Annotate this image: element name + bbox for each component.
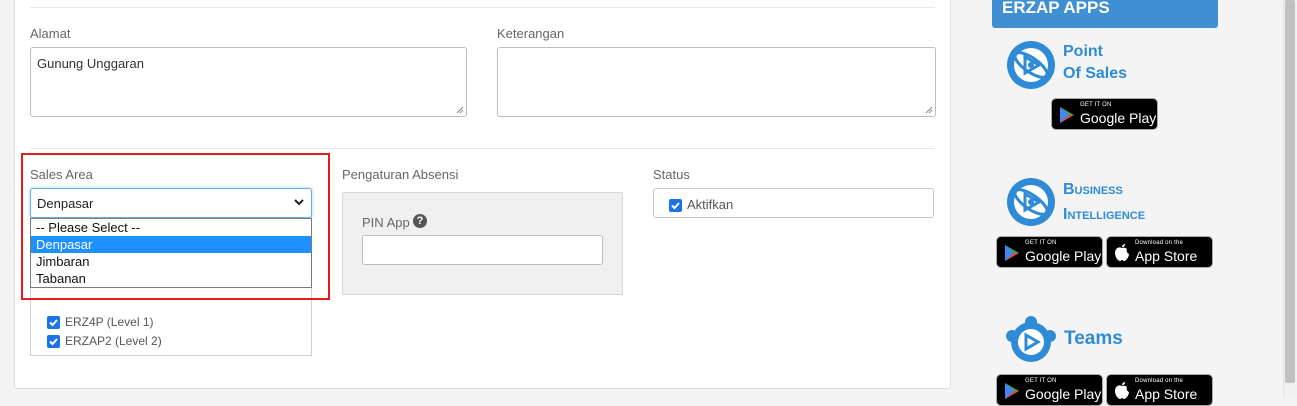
scrollbar-thumb[interactable] [1285, 0, 1295, 383]
check-icon [671, 202, 680, 210]
google-play-icon [1060, 107, 1074, 123]
bi-title-line1: Business [1063, 181, 1123, 198]
pos-logo-icon [1007, 41, 1055, 89]
google-play-small-text: GET IT ON [1025, 378, 1057, 384]
teams-title: Teams [1064, 328, 1123, 349]
app-store-small-text: Download on the [1135, 378, 1184, 384]
aktifkan-checkbox[interactable] [669, 199, 682, 212]
bi-app-store-button[interactable]: Download on the App Store [1106, 236, 1213, 268]
check-icon [49, 319, 58, 327]
top-divider [30, 7, 935, 8]
pengaturan-absensi-label: Pengaturan Absensi [342, 167, 459, 182]
pos-title-line2: Of Sales [1063, 65, 1128, 82]
google-play-big-text: Google Play [1025, 386, 1102, 402]
alamat-label: Alamat [30, 26, 71, 41]
apple-icon [1115, 244, 1129, 261]
bi-logo-icon [1007, 178, 1055, 226]
level2-label: ERZAP2 (Level 2) [65, 334, 162, 348]
level2-checkbox[interactable] [47, 335, 60, 348]
bi-title-line2: Intelligence [1063, 206, 1146, 223]
help-question-icon[interactable]: ? [413, 214, 427, 228]
google-play-small-text: GET IT ON [1025, 240, 1057, 246]
resize-handle-icon[interactable] [925, 106, 933, 114]
app-store-small-text: Download on the [1135, 240, 1184, 246]
pos-title-line1: Point [1063, 43, 1103, 60]
alamat-value: Gunung Unggaran [37, 56, 144, 71]
teams-google-play-button[interactable]: GET IT ON Google Play [996, 374, 1103, 406]
middle-divider [30, 148, 935, 149]
bi-google-play-button[interactable]: GET IT ON Google Play [996, 236, 1103, 268]
google-play-big-text: Google Play [1025, 248, 1102, 264]
pin-app-label: PIN App [362, 215, 410, 230]
keterangan-textarea[interactable] [497, 47, 936, 117]
check-icon [49, 338, 58, 346]
page-scrollbar[interactable] [1283, 0, 1297, 397]
highlight-box [21, 153, 330, 300]
teams-app-store-button[interactable]: Download on the App Store [1106, 374, 1213, 406]
app-store-big-text: App Store [1135, 386, 1198, 402]
level1-label: ERZ4P (Level 1) [65, 315, 154, 329]
apple-icon [1115, 382, 1129, 399]
google-play-icon [1005, 383, 1019, 399]
resize-handle-icon[interactable] [456, 106, 464, 114]
aktifkan-label: Aktifkan [687, 197, 734, 212]
app-store-big-text: App Store [1135, 248, 1198, 264]
alamat-textarea[interactable]: Gunung Unggaran [30, 47, 467, 117]
pin-app-input[interactable] [362, 235, 603, 265]
sidebar-header: ERZAP APPS [992, 0, 1218, 28]
google-play-icon [1005, 245, 1019, 261]
google-play-small-text: GET IT ON [1080, 102, 1112, 108]
level1-checkbox[interactable] [47, 316, 60, 329]
teams-logo-icon [1006, 316, 1056, 362]
keterangan-label: Keterangan [497, 26, 565, 41]
status-label: Status [653, 167, 690, 182]
pos-google-play-button[interactable]: GET IT ON Google Play [1051, 98, 1158, 130]
google-play-big-text: Google Play [1080, 110, 1157, 126]
